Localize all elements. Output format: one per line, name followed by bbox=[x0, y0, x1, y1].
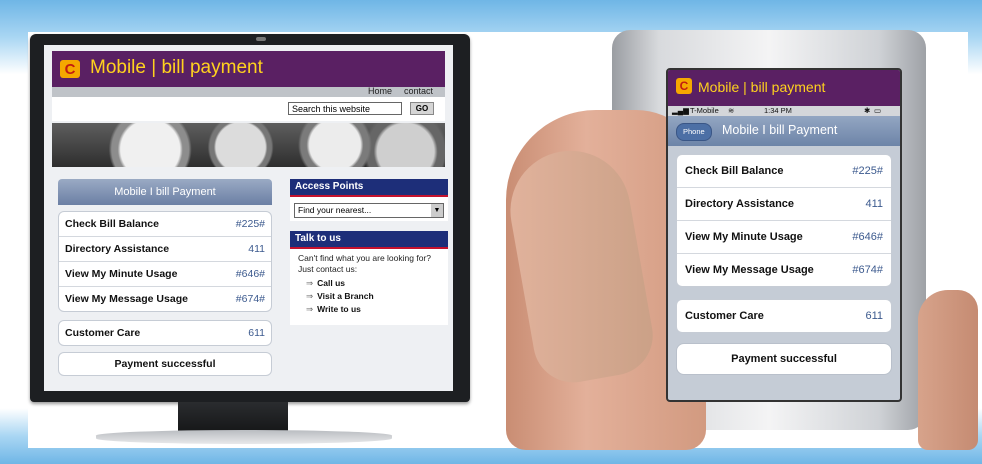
services-panel: Mobile I bill Payment Check Bill Balance… bbox=[58, 179, 272, 385]
top-nav: Home contact bbox=[52, 86, 445, 97]
call-us-link[interactable]: ⇒ Call us bbox=[306, 277, 448, 290]
talk-to-us-title: Talk to us bbox=[290, 231, 448, 249]
phone-services-list: Check Bill Balance #225# Directory Assist… bbox=[676, 154, 892, 287]
phone-screen: C Mobile | bill payment ▂▄▆ T-Mobile ≋ 1… bbox=[666, 68, 902, 402]
talk-to-us-box: Talk to us Can't find what you are looki… bbox=[290, 231, 448, 325]
search-bar: Search this website GO bbox=[52, 97, 445, 121]
phone-app-title: Mobile | bill payment bbox=[698, 79, 826, 95]
talk-to-us-text: Can't find what you are looking for? Jus… bbox=[298, 253, 431, 274]
phone-app-header: C Mobile | bill payment bbox=[668, 70, 900, 106]
fingers-image bbox=[918, 290, 978, 450]
chevron-down-icon: ▼ bbox=[431, 204, 443, 217]
brand-logo-icon: C bbox=[60, 60, 80, 78]
desktop-monitor: C Mobile | bill payment Home contact Sea… bbox=[30, 34, 470, 402]
bluetooth-icon: ✱ bbox=[864, 106, 871, 115]
access-points-box: Access Points Find your nearest... ▼ bbox=[290, 179, 448, 221]
write-to-us-link[interactable]: ⇒ Write to us bbox=[306, 303, 448, 316]
phone-service-item[interactable]: Check Bill Balance #225# bbox=[677, 155, 891, 188]
access-points-title: Access Points bbox=[290, 179, 448, 197]
services-panel-title: Mobile I bill Payment bbox=[58, 179, 272, 205]
site-header: C Mobile | bill payment bbox=[52, 51, 445, 87]
battery-icon: ▭ bbox=[874, 106, 882, 115]
back-button[interactable]: Phone bbox=[676, 123, 712, 141]
monitor-base bbox=[96, 430, 392, 444]
customer-care-list: Customer Care 611 bbox=[58, 320, 272, 346]
phone-payment-status-button[interactable]: Payment successful bbox=[676, 343, 892, 375]
phone-status-bar: ▂▄▆ T-Mobile ≋ 1:34 PM ✱ ▭ bbox=[668, 106, 900, 116]
phone-customer-care-item[interactable]: Customer Care 611 bbox=[677, 300, 891, 332]
services-list: Check Bill Balance #225# Directory Assist… bbox=[58, 211, 272, 312]
phone-nav-title: Mobile I bill Payment bbox=[722, 123, 838, 137]
phone-nav-bar: Phone Mobile I bill Payment bbox=[668, 116, 900, 146]
nearest-select[interactable]: Find your nearest... ▼ bbox=[294, 203, 444, 218]
coins-banner-image bbox=[52, 123, 445, 167]
service-item[interactable]: Directory Assistance 411 bbox=[59, 237, 271, 262]
arrow-right-icon: ⇒ bbox=[306, 278, 314, 288]
clock-label: 1:34 PM bbox=[764, 106, 792, 115]
signal-icon: ▂▄▆ bbox=[672, 106, 689, 115]
phone-customer-care-list: Customer Care 611 bbox=[676, 299, 892, 333]
service-item[interactable]: View My Message Usage #674# bbox=[59, 287, 271, 311]
arrow-right-icon: ⇒ bbox=[306, 304, 314, 314]
arrow-right-icon: ⇒ bbox=[306, 291, 314, 301]
nav-home-link[interactable]: Home bbox=[368, 86, 392, 96]
phone-body: Check Bill Balance #225# Directory Assist… bbox=[668, 146, 900, 383]
customer-care-item[interactable]: Customer Care 611 bbox=[59, 321, 271, 345]
carrier-label: T-Mobile bbox=[690, 106, 719, 115]
monitor-camera bbox=[256, 37, 266, 41]
visit-branch-link[interactable]: ⇒ Visit a Branch bbox=[306, 290, 448, 303]
payment-status-button[interactable]: Payment successful bbox=[58, 352, 272, 376]
phone-service-item[interactable]: View My Minute Usage #646# bbox=[677, 221, 891, 254]
brand-logo-icon: C bbox=[676, 78, 692, 94]
site-title: Mobile | bill payment bbox=[90, 57, 263, 78]
search-input[interactable]: Search this website bbox=[288, 102, 402, 115]
nav-contact-link[interactable]: contact bbox=[404, 86, 433, 96]
sidebar: Access Points Find your nearest... ▼ Tal… bbox=[290, 179, 448, 325]
service-item[interactable]: View My Minute Usage #646# bbox=[59, 262, 271, 287]
service-item[interactable]: Check Bill Balance #225# bbox=[59, 212, 271, 237]
phone-service-item[interactable]: Directory Assistance 411 bbox=[677, 188, 891, 221]
phone-service-item[interactable]: View My Message Usage #674# bbox=[677, 254, 891, 286]
monitor-screen: C Mobile | bill payment Home contact Sea… bbox=[44, 45, 453, 391]
search-go-button[interactable]: GO bbox=[410, 102, 434, 115]
wifi-icon: ≋ bbox=[728, 106, 735, 115]
